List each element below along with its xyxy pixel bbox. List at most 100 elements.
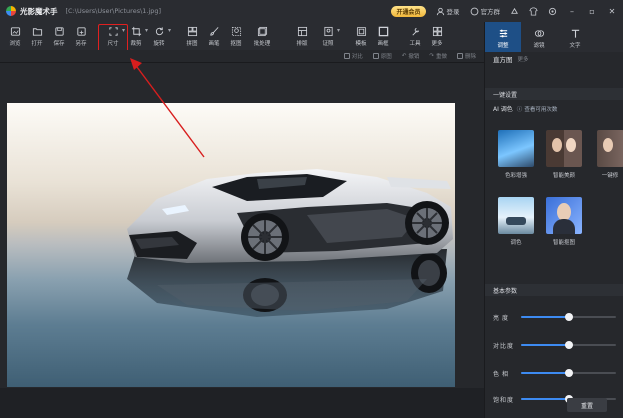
right-panel: 调整 滤镜 文字 直方图 更多 一键设置 AI 调色 ⓘ 查看可用次数 色彩增强… (484, 22, 623, 418)
redo-label: 重做 (435, 54, 447, 60)
slider-track[interactable] (521, 369, 616, 377)
ai-link-label: 查看可用次数 (524, 106, 558, 113)
tool-label: 抠图 (230, 41, 242, 47)
canvas-area[interactable] (0, 58, 484, 388)
reset-button[interactable]: 重置 (567, 398, 607, 412)
app-name: 光影魔术手 (20, 6, 58, 16)
histogram-header[interactable]: 直方图 更多 (485, 52, 623, 66)
tool-frame[interactable]: 画框 (372, 22, 394, 48)
histogram-label: 直方图 (493, 56, 513, 64)
preset-color-enhance[interactable] (498, 130, 534, 167)
tool-save-as[interactable]: 另存 (70, 22, 92, 48)
tool-brush[interactable]: 画笔 (203, 22, 225, 48)
preset-tone[interactable] (498, 197, 534, 234)
info-icon: ⓘ (516, 106, 523, 113)
close-button[interactable]: ✕ (607, 7, 617, 16)
tool-template[interactable]: 模板 (350, 22, 372, 48)
slider-hue[interactable]: 色相 (493, 368, 623, 378)
status-bar (0, 388, 484, 418)
tool-batch[interactable]: 批处理 (247, 22, 277, 48)
brush-icon (209, 27, 219, 36)
car-photo (127, 169, 453, 317)
minimize-button[interactable]: – (567, 7, 577, 16)
official-group-button[interactable]: 官方群 (470, 6, 500, 16)
skin-icon[interactable] (510, 7, 519, 16)
vip-button[interactable]: 开通会员 (391, 5, 426, 17)
preset-label: 智能抠图 (552, 240, 575, 246)
compare-button[interactable]: 对比 (343, 52, 363, 60)
app-logo-icon (6, 6, 16, 16)
tab-adjust[interactable]: 调整 (485, 22, 521, 52)
slider-track[interactable] (521, 313, 616, 321)
preset-label: 一键修 (601, 173, 619, 179)
more-icon (432, 26, 442, 37)
tool-label: 画笔 (208, 41, 220, 47)
tab-text[interactable]: 文字 (557, 22, 593, 52)
frame-icon (378, 26, 388, 37)
redo-button[interactable]: ↷ 重做 (429, 52, 447, 60)
shirt-icon[interactable] (529, 6, 538, 16)
tool-browse[interactable]: 浏览 (4, 22, 26, 48)
tab-filter[interactable]: 滤镜 (521, 22, 557, 52)
slider-knob[interactable] (564, 369, 573, 377)
ai-usage-link[interactable]: ⓘ 查看可用次数 (517, 105, 558, 113)
rotate-dropdown-icon[interactable]: ▾ (168, 27, 171, 34)
tool-collage[interactable]: 拼图 (181, 22, 203, 48)
slider-label: 亮度 (493, 314, 512, 322)
tool-rotate[interactable]: 旋转 (148, 22, 170, 48)
tool-layout[interactable]: 排版 (287, 22, 317, 48)
maximize-button[interactable]: ▫ (587, 7, 597, 16)
undo-button[interactable]: ↶ 撤销 (402, 52, 420, 60)
tool-more[interactable]: 更多 (426, 22, 448, 48)
group-icon (470, 7, 478, 15)
tool-label: 证照 (322, 41, 334, 47)
slider-knob[interactable] (564, 313, 573, 321)
delete-icon (456, 53, 463, 59)
undo-label: 撤销 (408, 54, 420, 60)
photo-canvas[interactable] (7, 103, 455, 387)
user-icon (436, 7, 444, 15)
preset-one-click-fix[interactable] (597, 130, 623, 167)
login-label: 登录 (446, 8, 460, 16)
ai-row: AI 调色 ⓘ 查看可用次数 (493, 104, 557, 113)
login-button[interactable]: 登录 (436, 6, 460, 16)
original-label: 原图 (380, 54, 392, 60)
tool-label: 拼图 (186, 41, 198, 47)
tool-label: 浏览 (9, 41, 21, 47)
slider-knob[interactable] (564, 341, 573, 349)
delete-button[interactable]: 删除 (456, 52, 476, 60)
tab-label: 滤镜 (533, 43, 545, 49)
tool-save[interactable]: 保存 (48, 22, 70, 48)
tool-id-photo[interactable]: 证照 (317, 22, 339, 48)
cutout-icon (231, 26, 241, 37)
tool-cutout[interactable]: 抠图 (225, 22, 247, 48)
template-icon (356, 26, 366, 37)
tool-tools[interactable]: 工具 (404, 22, 426, 48)
id-photo-icon (323, 26, 333, 37)
preset-smart-cutout[interactable] (546, 197, 582, 234)
tool-label: 排版 (296, 41, 308, 47)
delete-label: 删除 (464, 54, 476, 60)
tool-label: 批处理 (253, 41, 271, 47)
histogram-more[interactable]: 更多 (518, 55, 529, 63)
layout-icon (297, 26, 307, 37)
tool-label: 画框 (377, 41, 389, 47)
save-as-icon (76, 27, 86, 36)
slider-brightness[interactable]: 亮度 (493, 312, 623, 322)
oneclick-header: 一键设置 (485, 88, 623, 100)
tool-crop[interactable]: 裁剪 (125, 22, 147, 48)
slider-fill (521, 316, 569, 318)
preset-label: 色彩增强 (504, 173, 527, 179)
adjust-icon (499, 29, 507, 38)
original-button[interactable]: 原图 (372, 52, 392, 60)
rotate-icon (155, 27, 163, 36)
preset-smart-beauty[interactable] (546, 130, 582, 167)
tool-label: 模板 (355, 41, 367, 47)
slider-contrast[interactable]: 对比度 (493, 340, 623, 350)
slider-fill (521, 372, 569, 374)
settings-icon[interactable] (548, 7, 557, 16)
slider-track[interactable] (521, 341, 616, 349)
id-photo-dropdown-icon[interactable]: ▾ (337, 27, 340, 34)
tool-open[interactable]: 打开 (26, 22, 48, 48)
tool-label: 更多 (431, 41, 443, 47)
